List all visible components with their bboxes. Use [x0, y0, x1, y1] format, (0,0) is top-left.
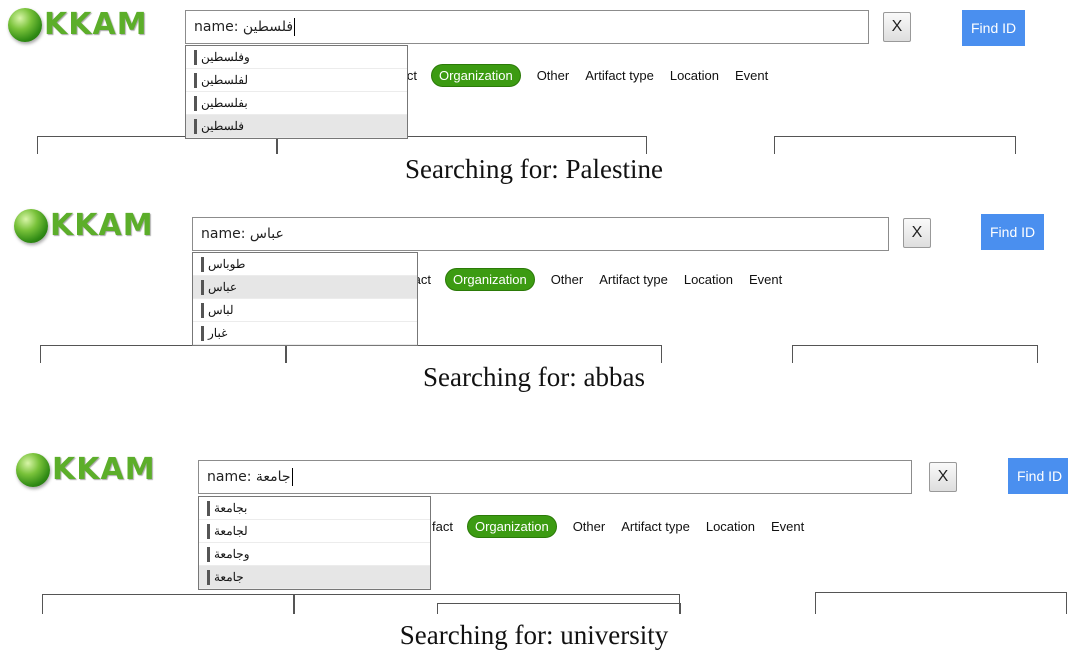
option-text: بجامعة [214, 500, 248, 515]
autocomplete-option[interactable]: بجامعة [199, 497, 430, 520]
autocomplete-dropdown: بجامعة لجامعة وجامعة جامعة [198, 496, 431, 590]
find-id-button[interactable]: Find ID [1008, 458, 1068, 494]
logo-sphere-icon [16, 452, 50, 487]
cursor-bar-icon [207, 523, 210, 539]
tab-organization[interactable]: Organization [466, 515, 557, 538]
result-column-box [42, 594, 294, 614]
tab-location[interactable]: Location [706, 519, 755, 534]
option-text: جامعة [214, 569, 244, 584]
logo-text: KKAM [52, 452, 156, 487]
search-input[interactable]: name: جامعة [198, 460, 912, 494]
cursor-bar-icon [207, 569, 210, 585]
search-input-value: name: جامعة [207, 469, 291, 485]
okkam-logo: KKAM [16, 452, 156, 487]
autocomplete-option-selected[interactable]: جامعة [199, 566, 430, 589]
type-tabs: fact Organization Other Artifact type Lo… [432, 515, 820, 538]
text-caret [291, 468, 293, 486]
cursor-bar-icon [207, 546, 210, 562]
autocomplete-option[interactable]: لجامعة [199, 520, 430, 543]
tab-other[interactable]: Other [573, 519, 606, 534]
option-text: لجامعة [214, 523, 248, 538]
search-panel-university: KKAM name: جامعة X Find ID fact Organiza… [0, 0, 1068, 658]
tab-artifact[interactable]: fact [432, 519, 453, 534]
clear-button[interactable]: X [929, 462, 957, 492]
option-text: وجامعة [214, 546, 250, 561]
tab-artifact-type[interactable]: Artifact type [621, 519, 690, 534]
autocomplete-option[interactable]: وجامعة [199, 543, 430, 566]
cursor-bar-icon [207, 500, 210, 516]
caption: Searching for: university [399, 620, 669, 650]
result-column-box [437, 603, 681, 614]
result-column-box [815, 592, 1067, 614]
tab-event[interactable]: Event [771, 519, 804, 534]
